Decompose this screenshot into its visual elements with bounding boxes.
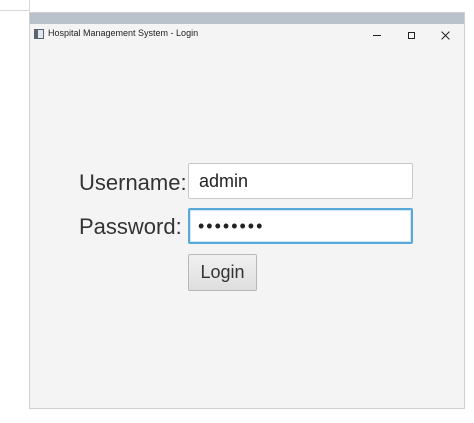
minimize-icon bbox=[373, 34, 381, 36]
maximize-button[interactable] bbox=[394, 24, 428, 46]
username-input[interactable] bbox=[188, 163, 413, 199]
window-title: Hospital Management System - Login bbox=[48, 28, 199, 38]
app-window-icon bbox=[34, 29, 44, 39]
minimize-button[interactable] bbox=[360, 24, 394, 46]
username-label: Username: bbox=[79, 170, 187, 195]
maximize-icon bbox=[407, 31, 415, 39]
login-button[interactable]: Login bbox=[188, 254, 257, 291]
close-button[interactable] bbox=[428, 24, 462, 46]
page-corner-horizontal-line bbox=[0, 10, 30, 11]
page-corner-vertical-line bbox=[29, 0, 30, 14]
window-title-bar[interactable]: Hospital Management System - Login bbox=[30, 24, 464, 46]
close-icon bbox=[441, 31, 450, 40]
password-input[interactable] bbox=[188, 208, 413, 244]
window-top-strip bbox=[30, 13, 464, 24]
login-window: Hospital Management System - Login Usern… bbox=[30, 13, 464, 408]
login-content: Username: Password: Login bbox=[30, 46, 464, 408]
password-label: Password: bbox=[79, 214, 182, 239]
